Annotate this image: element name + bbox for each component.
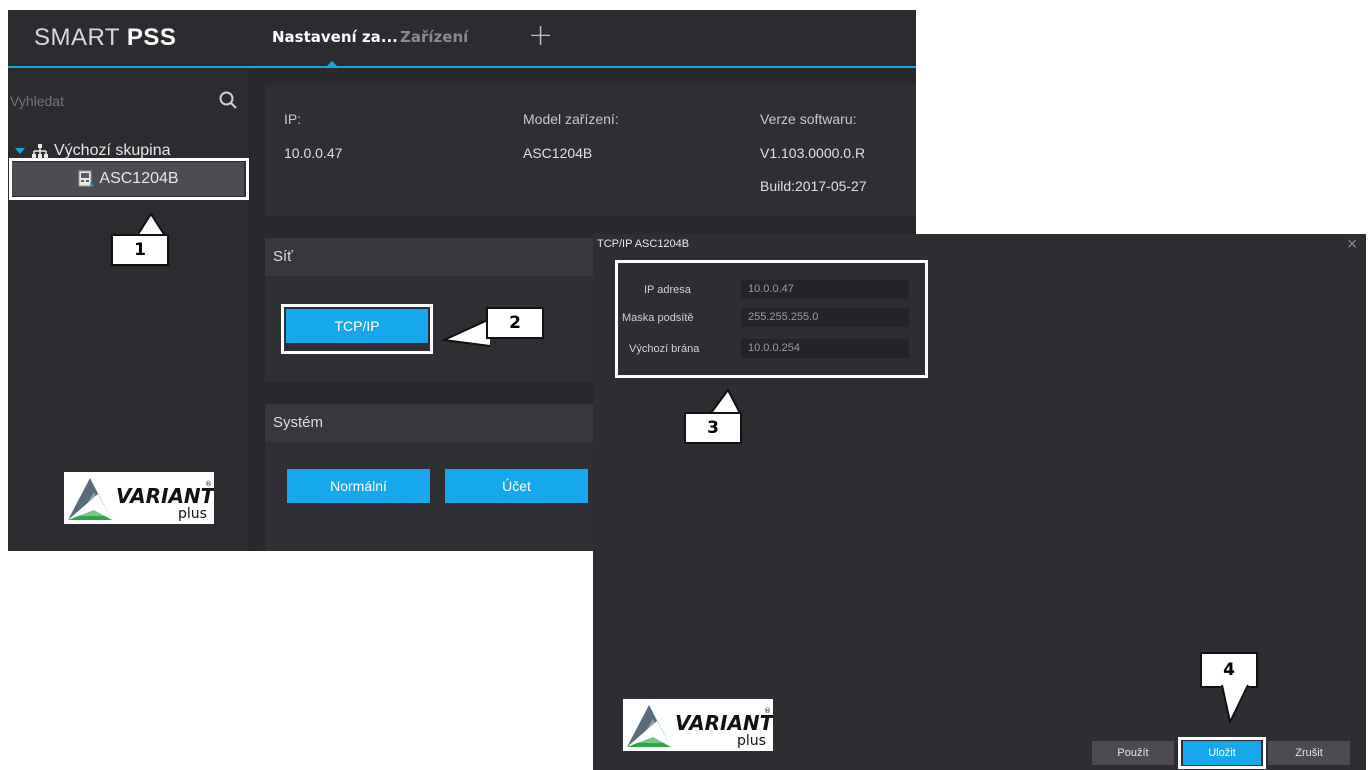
model-label: Model zařízení: [523,111,619,127]
group-tree-icon [32,144,48,158]
logo-sub: plus [178,506,207,522]
callout-2: 2 [486,307,544,339]
dialog-close-button[interactable]: × [1346,236,1358,252]
highlight-frame-2 [281,304,433,354]
callout-3: 3 [684,412,742,444]
dialog-title: TCP/IP ASC1204B [597,238,690,250]
cancel-button[interactable]: Zrušit [1268,741,1350,765]
search-icon[interactable] [218,90,238,110]
tab-device-settings[interactable]: Nastavení za... [272,28,398,46]
brand-prefix: SMART [34,24,127,51]
logo-word: VARIANT [116,484,214,508]
sidebar: Výchozí skupina ASC1204B VARIANT ® plus [8,70,250,551]
apply-button[interactable]: Použít [1092,741,1174,765]
highlight-frame-1 [9,158,249,200]
variant-logo-mark-dialog: VARIANT ® plus [627,705,775,749]
highlight-frame-4 [1178,737,1266,769]
logo-word-dialog: VARIANT [675,711,773,735]
search-input[interactable] [8,86,246,116]
add-tab-button[interactable]: + [528,18,553,53]
variant-plus-logo-dialog: VARIANT ® plus [623,699,775,751]
variant-logo-mark: VARIANT ® plus [68,478,216,522]
normal-settings-button[interactable]: Normální [287,469,430,503]
software-version-label: Verze softwaru: [760,111,857,127]
software-version-value: V1.103.0000.0.R [760,145,866,161]
variant-plus-logo: VARIANT ® plus [64,472,216,524]
tab-devices[interactable]: Zařízení [400,28,468,46]
account-button[interactable]: Účet [445,469,588,503]
active-tab-indicator [326,61,338,67]
app-brand: SMART PSS [34,24,176,52]
callout-4: 4 [1200,652,1258,688]
logo-trademark: ® [205,480,212,488]
callout-2-pointer [440,318,491,347]
logo-sub-dialog: plus [737,733,766,749]
brand-bold: PSS [126,24,177,51]
search-box [8,86,246,116]
expand-arrow-icon[interactable] [14,146,26,156]
highlight-frame-3 [615,260,928,378]
model-value: ASC1204B [523,145,593,161]
logo-trademark-dialog: ® [764,707,771,715]
ip-value: 10.0.0.47 [284,145,343,161]
build-value: Build:2017-05-27 [760,178,867,194]
device-info-panel: IP: 10.0.0.47 Model zařízení: ASC1204B V… [265,84,916,216]
callout-1: 1 [111,234,169,266]
ip-label: IP: [284,111,302,127]
top-bar: SMART PSS Nastavení za... Zařízení + [8,10,916,68]
callout-4-pointer [1221,684,1249,724]
